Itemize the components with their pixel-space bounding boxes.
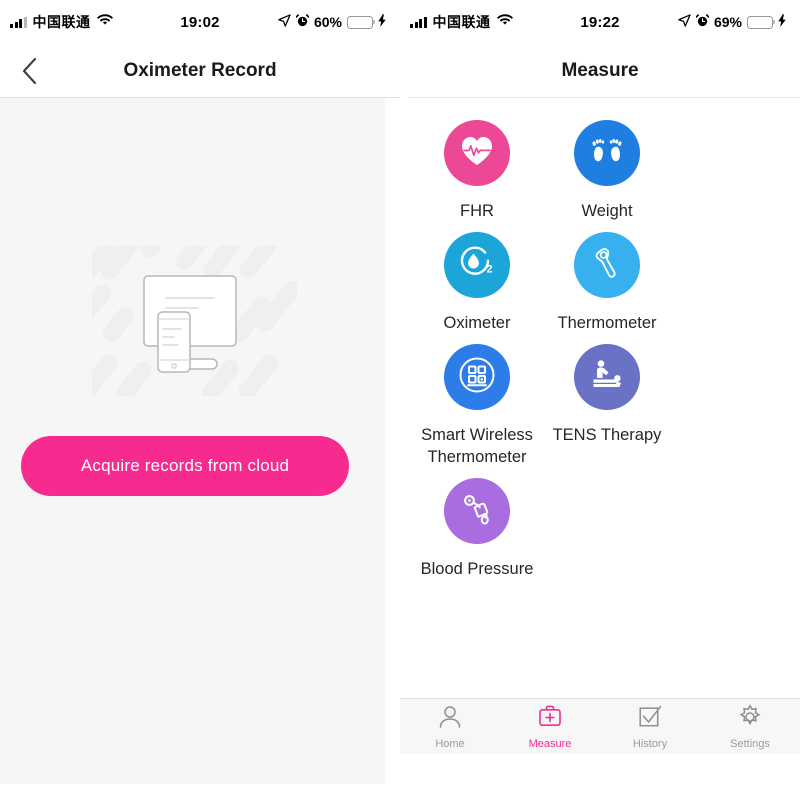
tile-icon-bubble xyxy=(444,120,510,186)
status-right-group: 69% xyxy=(678,14,786,30)
chevron-left-icon xyxy=(21,57,38,85)
charging-bolt-icon xyxy=(778,14,786,30)
tile-label: Oximeter xyxy=(443,314,511,332)
tab-measure[interactable]: Measure xyxy=(500,704,600,750)
tile-fhr[interactable]: FHR xyxy=(412,120,542,222)
right-status-bar: 中国联通 19:22 69% xyxy=(400,0,800,44)
tile-label: Smart Wireless Thermometer xyxy=(421,426,533,466)
status-left-group: 中国联通 xyxy=(410,12,513,32)
location-arrow-icon xyxy=(278,14,291,30)
cta-row: Acquire records from cloud xyxy=(0,436,370,496)
svg-text:2: 2 xyxy=(487,263,493,275)
measure-tile-grid: FHR Weight 2 Oximeter Thermometer Smart … xyxy=(400,98,800,590)
tile-tens-therapy[interactable]: TENS Therapy xyxy=(542,344,672,468)
tab-history[interactable]: History xyxy=(600,704,700,750)
tile-oximeter[interactable]: 2 Oximeter xyxy=(412,232,542,334)
dual-phone-screenshot: 中国联通 19:02 60% Oximeter Record Acquire r… xyxy=(0,0,800,800)
tile-thermometer[interactable]: Thermometer xyxy=(542,232,672,334)
battery-icon xyxy=(347,15,376,29)
left-phone-screen: 中国联通 19:02 60% Oximeter Record Acquire r… xyxy=(0,0,400,800)
left-nav-bar: Oximeter Record xyxy=(0,44,400,97)
tile-icon-bubble xyxy=(574,120,640,186)
blood-pressure-cuff-icon xyxy=(459,492,495,531)
tab-settings[interactable]: Settings xyxy=(700,703,800,750)
tab-label: Settings xyxy=(730,737,770,750)
tile-icon-bubble xyxy=(444,478,510,544)
gear-icon xyxy=(737,703,763,735)
footprints-icon xyxy=(589,134,625,173)
massage-therapy-icon xyxy=(588,358,626,397)
location-arrow-icon xyxy=(678,14,691,30)
tile-label: FHR xyxy=(460,202,494,220)
carrier-label: 中国联通 xyxy=(432,14,491,30)
alarm-clock-icon xyxy=(695,14,710,30)
tile-smart-wireless-thermometer[interactable]: Smart Wireless Thermometer xyxy=(412,344,542,468)
tile-label: Thermometer xyxy=(557,314,657,332)
checkbox-check-icon xyxy=(637,704,663,735)
tile-icon-bubble xyxy=(574,232,640,298)
carrier-label: 中国联通 xyxy=(32,14,91,30)
charging-bolt-icon xyxy=(378,14,386,30)
tile-icon-bubble: 2 xyxy=(444,232,510,298)
bottom-tab-bar: Home Measure History Settings xyxy=(400,698,800,754)
oximeter-record-empty-state: Acquire records from cloud xyxy=(0,98,385,784)
battery-percent-label: 69% xyxy=(713,14,742,30)
battery-percent-label: 60% xyxy=(313,14,342,30)
right-phone-screen: 中国联通 19:22 69% Measure FHR Weight 2 Oxim… xyxy=(400,0,800,800)
left-status-bar: 中国联通 19:02 60% xyxy=(0,0,400,44)
alarm-clock-icon xyxy=(295,14,310,30)
oxygen-drop-icon: 2 xyxy=(458,245,496,285)
tile-icon-bubble xyxy=(574,344,640,410)
tab-home[interactable]: Home xyxy=(400,704,500,750)
tile-icon-bubble xyxy=(444,344,510,410)
page-title: Oximeter Record xyxy=(123,59,277,81)
thermometer-gun-icon xyxy=(590,246,624,285)
acquire-records-button[interactable]: Acquire records from cloud xyxy=(21,436,349,496)
tile-label: TENS Therapy xyxy=(552,426,662,444)
heart-ecg-icon xyxy=(460,135,494,172)
tab-label: Home xyxy=(435,737,465,750)
monitor-and-phone-illustration xyxy=(69,222,301,403)
wifi-icon xyxy=(496,13,513,31)
qr-module-icon xyxy=(457,355,497,400)
back-button[interactable] xyxy=(14,56,44,86)
status-left-group: 中国联通 xyxy=(10,12,113,32)
tile-blood-pressure[interactable]: Blood Pressure xyxy=(412,478,542,580)
medical-case-icon xyxy=(537,704,563,735)
status-right-group: 60% xyxy=(278,14,386,30)
person-icon xyxy=(437,704,463,735)
tile-label: Blood Pressure xyxy=(420,560,534,578)
tile-weight[interactable]: Weight xyxy=(542,120,672,222)
tab-label: Measure xyxy=(528,737,572,750)
cellular-signal-icon xyxy=(410,16,427,28)
tab-label: History xyxy=(632,737,668,750)
right-nav-bar: Measure xyxy=(400,44,800,97)
page-title: Measure xyxy=(561,59,639,81)
cellular-signal-icon xyxy=(10,16,27,28)
battery-icon xyxy=(747,15,776,29)
wifi-icon xyxy=(96,13,113,31)
tile-label: Weight xyxy=(581,202,633,220)
